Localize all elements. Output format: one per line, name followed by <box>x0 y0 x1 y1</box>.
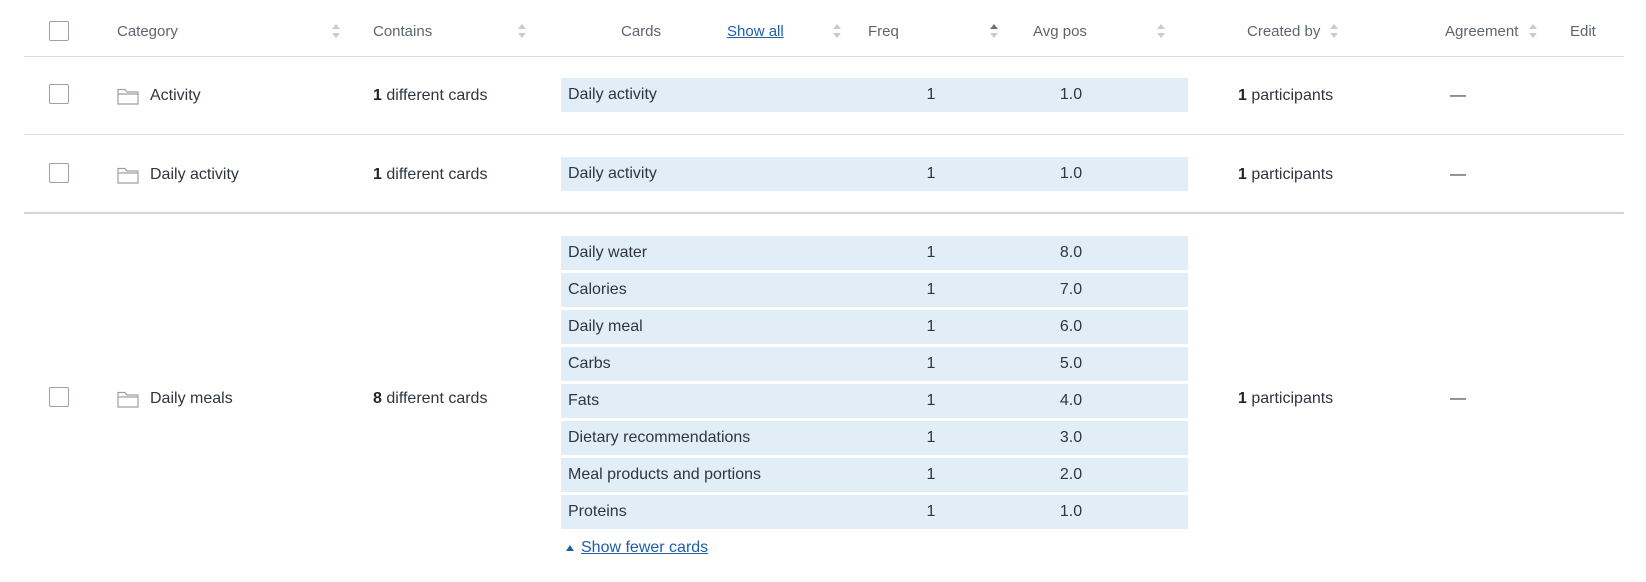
created-by-participants: 1 participants <box>1238 166 1334 183</box>
card-avg-pos: 5.0 <box>1059 355 1083 372</box>
card-name: Fats <box>568 392 600 409</box>
card-avg-pos: 7.0 <box>1059 281 1083 298</box>
card-freq: 1 <box>926 429 936 446</box>
card-avg-pos: 1.0 <box>1059 86 1083 103</box>
card-freq: 1 <box>926 165 936 182</box>
row-checkbox[interactable] <box>49 387 69 407</box>
card-name: Proteins <box>568 503 627 520</box>
sort-cards-icon[interactable] <box>833 24 841 41</box>
card-freq: 1 <box>926 355 936 372</box>
card-row: Meal products and portions 1 2.0 <box>561 458 1188 492</box>
table-header <box>24 0 1624 57</box>
header-avg-pos[interactable]: Avg pos <box>1033 23 1087 41</box>
category-name[interactable]: Daily activity <box>150 165 239 185</box>
card-avg-pos: 3.0 <box>1059 429 1083 446</box>
card-freq: 1 <box>926 466 936 483</box>
card-name: Dietary recommendations <box>568 429 751 446</box>
row-divider <box>24 212 1624 214</box>
card-avg-pos: 8.0 <box>1059 244 1083 261</box>
contains-count: 1 different cards <box>373 87 488 104</box>
created-by-participants: 1 participants <box>1238 390 1334 407</box>
card-row: Daily activity 1 1.0 <box>561 157 1188 191</box>
card-row: Daily activity 1 1.0 <box>561 78 1188 112</box>
card-avg-pos: 6.0 <box>1059 318 1083 335</box>
category-name[interactable]: Activity <box>150 86 201 106</box>
row-divider <box>24 134 1624 135</box>
header-created-by[interactable]: Created by <box>1247 23 1320 41</box>
card-avg-pos: 1.0 <box>1059 503 1083 520</box>
card-row: Calories 1 7.0 <box>561 273 1188 307</box>
card-name: Calories <box>568 281 627 298</box>
card-row: Dietary recommendations 1 3.0 <box>561 421 1188 455</box>
header-edit: Edit <box>1570 23 1596 40</box>
agreement-value: — <box>1450 390 1466 407</box>
card-row: Daily meal 1 6.0 <box>561 310 1188 344</box>
card-freq: 1 <box>926 318 936 335</box>
card-avg-pos: 4.0 <box>1059 392 1083 409</box>
caret-up-icon[interactable] <box>566 545 574 551</box>
show-fewer-cards-link[interactable]: Show fewer cards <box>581 539 708 557</box>
card-name: Daily activity <box>568 165 657 182</box>
sort-agreement-icon[interactable] <box>1529 24 1537 41</box>
contains-count: 8 different cards <box>373 390 488 407</box>
card-freq: 1 <box>926 503 936 520</box>
row-checkbox[interactable] <box>49 84 69 104</box>
sort-category-icon[interactable] <box>332 24 340 41</box>
header-contains[interactable]: Contains <box>373 23 432 41</box>
header-agreement[interactable]: Agreement <box>1445 23 1518 41</box>
agreement-value: — <box>1450 87 1466 104</box>
sort-avg-pos-icon[interactable] <box>1157 24 1165 41</box>
sort-contains-icon[interactable] <box>518 24 526 41</box>
folder-icon <box>117 88 139 105</box>
card-name: Meal products and portions <box>568 466 761 483</box>
row-checkbox[interactable] <box>49 163 69 183</box>
header-category[interactable]: Category <box>117 23 178 41</box>
folder-icon <box>117 167 139 184</box>
select-all-checkbox[interactable] <box>49 21 69 41</box>
created-by-participants: 1 participants <box>1238 87 1334 104</box>
card-row: Carbs 1 5.0 <box>561 347 1188 381</box>
card-freq: 1 <box>926 392 936 409</box>
header-freq[interactable]: Freq <box>868 23 899 41</box>
sort-created-by-icon[interactable] <box>1330 24 1338 41</box>
card-row: Fats 1 4.0 <box>561 384 1188 418</box>
card-avg-pos: 1.0 <box>1059 165 1083 182</box>
card-name: Daily meal <box>568 318 643 335</box>
card-freq: 1 <box>926 244 936 261</box>
card-name: Daily activity <box>568 86 657 103</box>
card-row: Daily water 1 8.0 <box>561 236 1188 270</box>
folder-icon <box>117 391 139 408</box>
category-name[interactable]: Daily meals <box>150 389 233 409</box>
card-row: Proteins 1 1.0 <box>561 495 1188 529</box>
card-name: Daily water <box>568 244 648 261</box>
contains-count: 1 different cards <box>373 166 488 183</box>
card-avg-pos: 2.0 <box>1059 466 1083 483</box>
header-cards: Cards <box>621 23 662 40</box>
agreement-value: — <box>1450 166 1466 183</box>
card-freq: 1 <box>926 86 936 103</box>
card-freq: 1 <box>926 281 936 298</box>
sort-freq-icon[interactable] <box>990 24 998 41</box>
card-name: Carbs <box>568 355 611 372</box>
show-all-link[interactable]: Show all <box>727 23 784 41</box>
